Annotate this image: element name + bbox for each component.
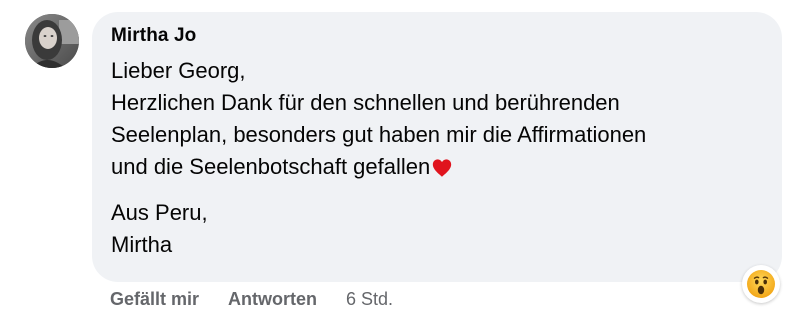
comment-line: Seelenplan, besonders gut haben mir die …: [111, 122, 647, 147]
comment-line: Aus Peru,: [111, 200, 208, 225]
comment-line: Lieber Georg,: [111, 58, 246, 83]
comment-bubble: Mirtha Jo Lieber Georg, Herzlichen Dank …: [92, 12, 782, 282]
comment-actions: Gefällt mir Antworten 6 Std.: [110, 287, 393, 311]
comment-line: Herzlichen Dank für den schnellen und be…: [111, 90, 620, 115]
comment-author[interactable]: Mirtha Jo: [111, 24, 764, 48]
reply-button[interactable]: Antworten: [228, 287, 317, 311]
comment-text: Lieber Georg, Herzlichen Dank für den sc…: [111, 55, 764, 261]
comment-line: und die Seelenbotschaft gefallen: [111, 154, 431, 179]
comment-timestamp[interactable]: 6 Std.: [346, 287, 393, 311]
reaction-badge[interactable]: [742, 265, 780, 303]
like-button[interactable]: Gefällt mir: [110, 287, 199, 311]
comment-line: Mirtha: [111, 232, 173, 257]
avatar[interactable]: [25, 14, 79, 68]
comment-paragraph: Lieber Georg, Herzlichen Dank für den sc…: [111, 55, 764, 183]
comment-closing: Aus Peru, Mirtha: [111, 197, 764, 261]
heart-icon: [433, 159, 452, 177]
wow-reaction-icon: [747, 270, 775, 298]
profile-photo: [25, 14, 79, 68]
